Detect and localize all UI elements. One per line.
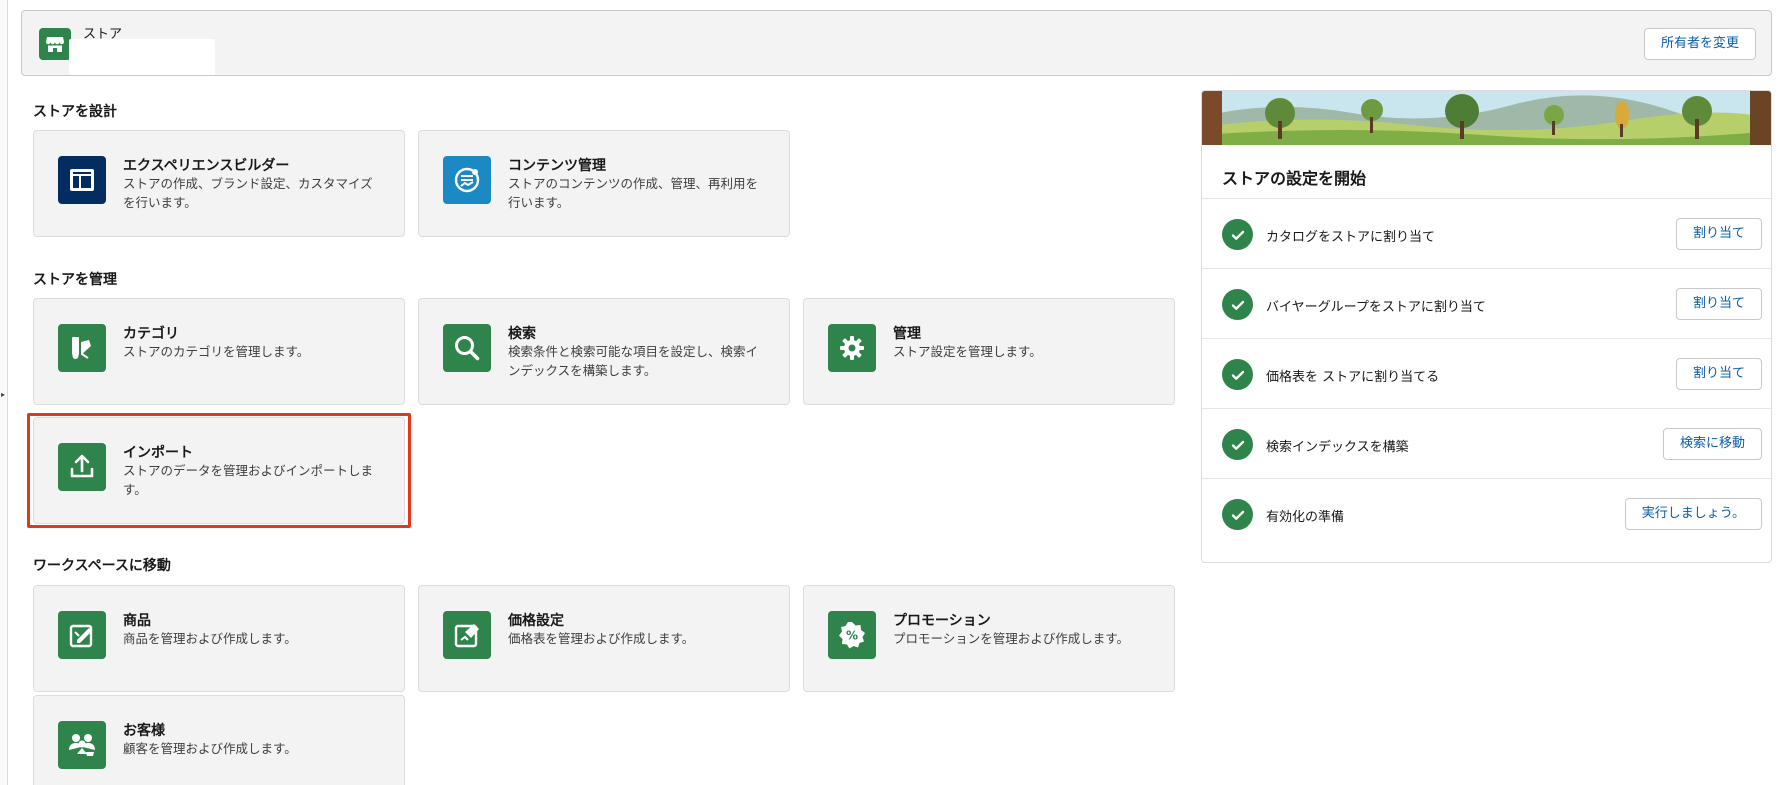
- change-owner-button[interactable]: 所有者を変更: [1644, 28, 1757, 60]
- setup-step-activation: 有効化の準備 実行しましょう。: [1202, 478, 1771, 548]
- tile-customers[interactable]: お客様 顧客を管理および作成します。: [33, 695, 405, 785]
- tile-pricing[interactable]: 価格設定 価格表を管理および作成します。: [418, 585, 790, 692]
- tile-experience-builder[interactable]: エクスペリエンスビルダー ストアの作成、ブランド設定、カスタマイズを行います。: [33, 130, 405, 237]
- store-header: ストア 所有者を変更: [21, 10, 1772, 76]
- search-icon: [443, 324, 491, 372]
- tile-title: 商品: [123, 613, 151, 629]
- landscape-banner: [1202, 91, 1771, 145]
- tile-description: 顧客を管理および作成します。: [123, 741, 297, 756]
- checkmark-icon: [1222, 359, 1253, 390]
- tile-description: 価格表を管理および作成します。: [508, 631, 695, 646]
- checkmark-icon: [1222, 499, 1253, 530]
- tile-title: 管理: [893, 326, 921, 342]
- tile-title: プロモーション: [893, 613, 991, 629]
- setup-title: ストアの設定を開始: [1222, 169, 1367, 188]
- setup-step-buyer-group: バイヤーグループをストアに割り当て 割り当て: [1202, 268, 1771, 338]
- tile-title: 検索: [508, 326, 536, 342]
- tile-promotions[interactable]: % プロモーション プロモーションを管理および作成します。: [803, 585, 1175, 692]
- section-title-design: ストアを設計: [33, 104, 117, 120]
- assign-catalog-button[interactable]: 割り当て: [1675, 218, 1762, 250]
- tile-title: お客様: [123, 723, 165, 739]
- tile-content-management[interactable]: コンテンツ管理 ストアのコンテンツの作成、管理、再利用を行います。: [418, 130, 790, 237]
- checkmark-icon: [1222, 429, 1253, 460]
- customers-icon: [58, 721, 106, 769]
- tile-description: ストア設定を管理します。: [893, 344, 1042, 359]
- collapse-arrow-icon[interactable]: ▸: [1, 390, 5, 399]
- section-title-manage: ストアを管理: [33, 272, 117, 288]
- gear-icon: [828, 324, 876, 372]
- assign-buyer-group-button[interactable]: 割り当て: [1675, 288, 1762, 320]
- tile-description: ストアのコンテンツの作成、管理、再利用を行います。: [508, 176, 759, 210]
- content-icon: [443, 156, 491, 204]
- go-to-search-button[interactable]: 検索に移動: [1662, 428, 1762, 460]
- store-name-redacted: [69, 39, 215, 75]
- tile-description: プロモーションを管理および作成します。: [893, 631, 1130, 646]
- step-label: 価格表を ストアに割り当てる: [1266, 370, 1440, 385]
- checkmark-icon: [1222, 219, 1253, 250]
- tile-search[interactable]: 検索 検索条件と検索可能な項目を設定し、検索インデックスを構築します。: [418, 298, 790, 405]
- tile-administration[interactable]: 管理 ストア設定を管理します。: [803, 298, 1175, 405]
- tile-description: ストアの作成、ブランド設定、カスタマイズを行います。: [123, 176, 373, 210]
- tile-category[interactable]: カテゴリ ストアのカテゴリを管理します。: [33, 298, 405, 405]
- checkmark-icon: [1222, 289, 1253, 320]
- svg-text:%: %: [846, 629, 858, 643]
- setup-step-catalog: カタログをストアに割り当て 割り当て: [1202, 198, 1771, 268]
- section-title-workspace: ワークスペースに移動: [33, 558, 171, 574]
- tile-title: カテゴリ: [123, 326, 179, 342]
- tile-products[interactable]: 商品 商品を管理および作成します。: [33, 585, 405, 692]
- step-label: バイヤーグループをストアに割り当て: [1266, 300, 1486, 315]
- assign-price-book-button[interactable]: 割り当て: [1675, 358, 1762, 390]
- setup-step-price-book: 価格表を ストアに割り当てる 割り当て: [1202, 338, 1771, 408]
- lets-do-it-button[interactable]: 実行しましょう。: [1624, 498, 1762, 530]
- tile-description: 検索条件と検索可能な項目を設定し、検索インデックスを構築します。: [508, 344, 759, 378]
- category-icon: [58, 324, 106, 372]
- percent-badge-icon: %: [828, 611, 876, 659]
- tile-title: エクスペリエンスビルダー: [123, 158, 290, 174]
- step-label: カタログをストアに割り当て: [1266, 230, 1436, 245]
- setup-step-search-index: 検索インデックスを構築 検索に移動: [1202, 408, 1771, 478]
- layout-icon: [58, 156, 106, 204]
- store-setup-panel: ストアの設定を開始 カタログをストアに割り当て 割り当て バイヤーグループをスト…: [1201, 90, 1772, 563]
- step-label: 有効化の準備: [1266, 510, 1345, 525]
- price-tag-icon: [443, 611, 491, 659]
- store-icon: [39, 28, 71, 60]
- tile-title: 価格設定: [508, 613, 564, 629]
- step-label: 検索インデックスを構築: [1266, 440, 1409, 455]
- highlight-annotation: [27, 413, 411, 528]
- tile-title: コンテンツ管理: [508, 158, 606, 174]
- left-rail: ▸: [0, 0, 8, 785]
- tile-description: 商品を管理および作成します。: [123, 631, 297, 646]
- product-icon: [58, 611, 106, 659]
- tile-description: ストアのカテゴリを管理します。: [123, 344, 310, 359]
